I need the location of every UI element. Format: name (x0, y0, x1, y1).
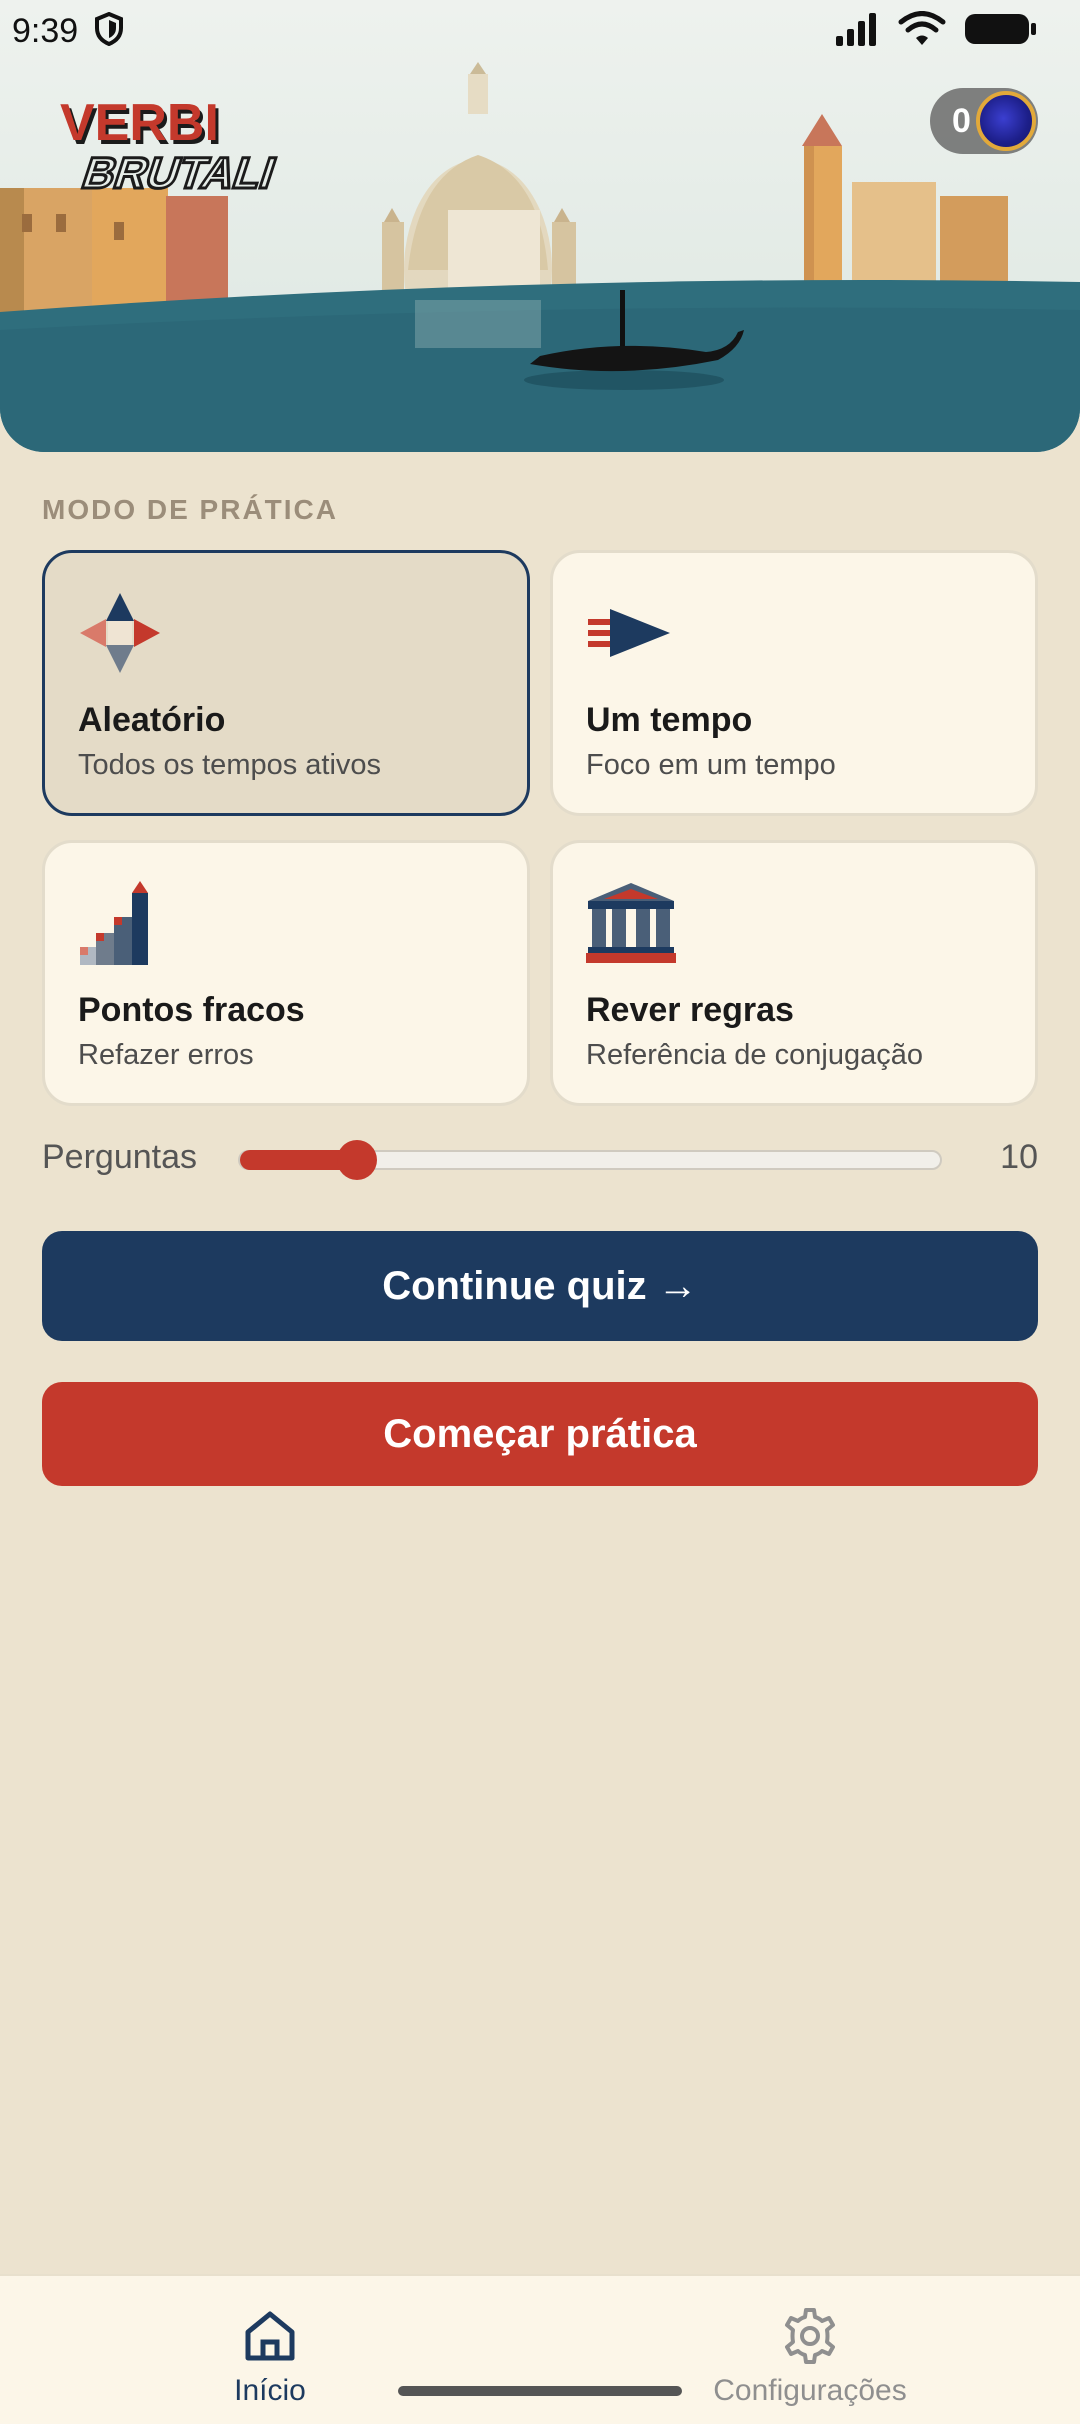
mode-title: Pontos fracos (78, 991, 305, 1029)
home-icon (240, 2306, 300, 2366)
questions-value: 10 (1000, 1138, 1038, 1176)
clock: 9:39 (12, 11, 79, 50)
mode-card-single-tense[interactable]: Um tempo Foco em um tempo (550, 550, 1038, 816)
venice-illustration (0, 62, 1080, 452)
coin-count: 0 (952, 101, 971, 140)
mode-subtitle: Referência de conjugação (586, 1039, 923, 1071)
continue-quiz-button[interactable]: Continue quiz → (42, 1231, 1038, 1341)
coin-medal-icon (976, 91, 1036, 151)
compass-icon (78, 591, 162, 675)
questions-label: Perguntas (42, 1138, 197, 1176)
mode-subtitle: Refazer erros (78, 1039, 254, 1071)
battery-icon (964, 12, 1038, 51)
status-bar: 9:39 (0, 0, 1080, 62)
stairs-icon (78, 881, 162, 965)
hero-banner (0, 0, 1080, 452)
mode-title: Aleatório (78, 701, 226, 739)
wifi-icon (898, 10, 946, 52)
mode-title: Rever regras (586, 991, 794, 1029)
home-indicator (398, 2386, 682, 2396)
coin-badge[interactable]: 0 (930, 88, 1038, 154)
start-practice-button[interactable]: Começar prática (42, 1382, 1038, 1486)
logo-bottom-text: BRUTALI (76, 148, 282, 198)
shield-icon (94, 11, 124, 51)
temple-icon (586, 881, 676, 965)
section-label: MODO DE PRÁTICA (42, 494, 338, 525)
signal-icon (834, 12, 880, 51)
mode-card-random[interactable]: Aleatório Todos os tempos ativos (42, 550, 530, 816)
nav-settings[interactable]: Configurações (540, 2276, 1080, 2424)
gear-icon (780, 2306, 840, 2366)
slider-thumb[interactable] (337, 1140, 377, 1180)
mode-title: Um tempo (586, 701, 753, 739)
mode-subtitle: Todos os tempos ativos (78, 749, 382, 781)
mode-card-review-rules[interactable]: Rever regras Referência de conjugação (550, 840, 1038, 1106)
questions-slider[interactable] (238, 1140, 942, 1180)
mode-subtitle: Foco em um tempo (586, 749, 836, 781)
mode-card-weak-points[interactable]: Pontos fracos Refazer erros (42, 840, 530, 1106)
logo-top-text: VERBI (60, 100, 219, 152)
nav-home[interactable]: Início (0, 2276, 540, 2424)
questions-row: Perguntas 10 (42, 1130, 1038, 1190)
arrow-flag-icon (586, 591, 670, 675)
app-logo: VERBI VERBI BRUTALI (52, 94, 292, 205)
bottom-nav: Início Configurações (0, 2274, 1080, 2424)
